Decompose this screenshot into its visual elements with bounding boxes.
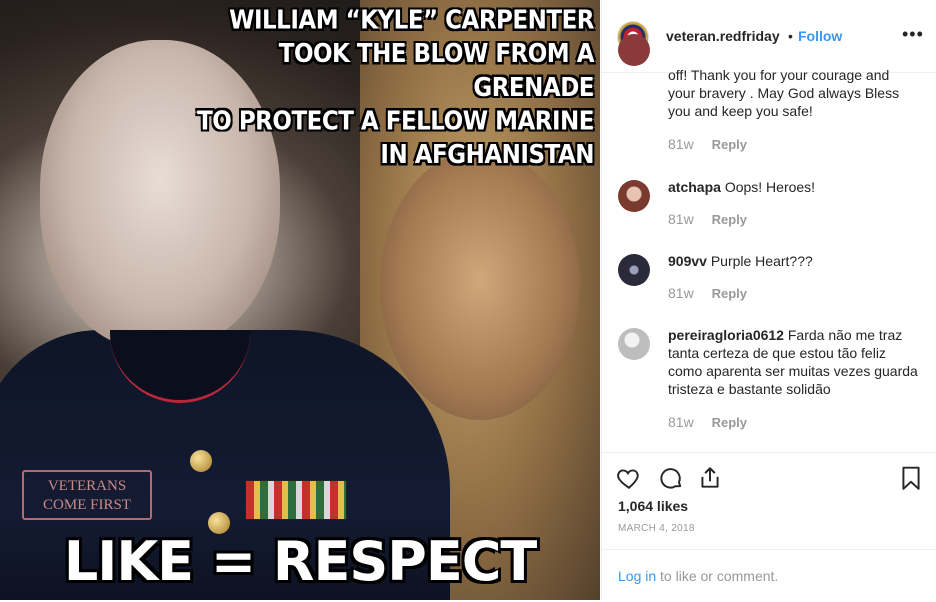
image-woman-figure <box>380 150 580 420</box>
post-date[interactable]: MARCH 4, 2018 <box>618 523 695 534</box>
comment-body: Oops! Heroes! <box>724 179 816 195</box>
more-options-icon[interactable]: ••• <box>902 24 924 45</box>
headline-line: WILLIAM “KYLE” CARPENTER <box>229 6 594 36</box>
bookmark-icon[interactable] <box>898 465 924 491</box>
comment-time[interactable]: 81w <box>668 414 694 430</box>
post-header: veteran.redfriday • Follow ••• <box>602 0 936 73</box>
post-image[interactable]: WILLIAM “KYLE” CARPENTER TOOK THE BLOW F… <box>0 0 600 600</box>
comment-text: pereiragloria0612 Farda não me traz tant… <box>668 326 918 398</box>
comment-time[interactable]: 81w <box>668 211 694 227</box>
commenter-avatar[interactable] <box>618 254 650 286</box>
comment-meta: 81w Reply <box>668 136 747 152</box>
comment-time[interactable]: 81w <box>668 136 694 152</box>
post-actions: 1,064 likes MARCH 4, 2018 Log in to like… <box>602 452 936 601</box>
commenter-avatar[interactable] <box>618 328 650 360</box>
comment-meta: 81w Reply <box>668 211 747 227</box>
commenter-username[interactable]: pereiragloria0612 <box>668 327 784 343</box>
share-icon[interactable] <box>697 465 723 491</box>
headline-line: TO PROTECT A FELLOW MARINE <box>197 107 594 137</box>
comment-body: Purple Heart??? <box>710 253 813 269</box>
comment-meta: 81w Reply <box>668 285 747 301</box>
watermark-stamp: VETERANS COME FIRST <box>22 470 152 520</box>
likes-count[interactable]: 1,064 likes <box>618 498 688 514</box>
image-headline: WILLIAM “KYLE” CARPENTER TOOK THE BLOW F… <box>174 4 594 172</box>
comment-text: off! Thank you for your courage and your… <box>668 66 918 120</box>
login-text: Log in to like or comment. <box>618 568 778 584</box>
commenter-avatar[interactable] <box>618 180 650 212</box>
post-side-panel: veteran.redfriday • Follow ••• off! Than… <box>601 0 936 600</box>
image-ribbons <box>245 480 347 520</box>
reply-button[interactable]: Reply <box>712 415 747 430</box>
image-bottom-caption: LIKE = RESPECT <box>63 530 537 593</box>
reply-button[interactable]: Reply <box>712 212 747 227</box>
heart-icon[interactable] <box>616 465 642 491</box>
commenter-avatar[interactable] <box>618 34 650 66</box>
commenter-username[interactable]: 909vv <box>668 253 707 269</box>
comment-body: off! Thank you for your courage and your… <box>668 67 900 119</box>
separator-dot: • <box>788 28 793 44</box>
login-link[interactable]: Log in <box>618 568 656 584</box>
follow-button[interactable]: Follow <box>798 28 842 44</box>
login-rest: to like or comment. <box>656 568 779 584</box>
watermark-line: VETERANS <box>47 478 127 494</box>
comment-text: atchapa Oops! Heroes! <box>668 178 918 196</box>
comment-icon[interactable] <box>658 465 684 491</box>
login-prompt: Log in to like or comment. <box>602 549 936 602</box>
watermark-line: COME FIRST <box>43 497 131 513</box>
reply-button[interactable]: Reply <box>712 286 747 301</box>
comment-meta: 81w Reply <box>668 414 747 430</box>
headline-line: TOOK THE BLOW FROM A GRENADE <box>278 39 595 103</box>
comment-time[interactable]: 81w <box>668 285 694 301</box>
commenter-username[interactable]: atchapa <box>668 179 721 195</box>
comment-text: 909vv Purple Heart??? <box>668 252 918 270</box>
headline-line: IN AFGHANISTAN <box>380 140 594 170</box>
reply-button[interactable]: Reply <box>712 137 747 152</box>
account-username[interactable]: veteran.redfriday <box>666 28 780 44</box>
image-button-1 <box>190 450 212 472</box>
